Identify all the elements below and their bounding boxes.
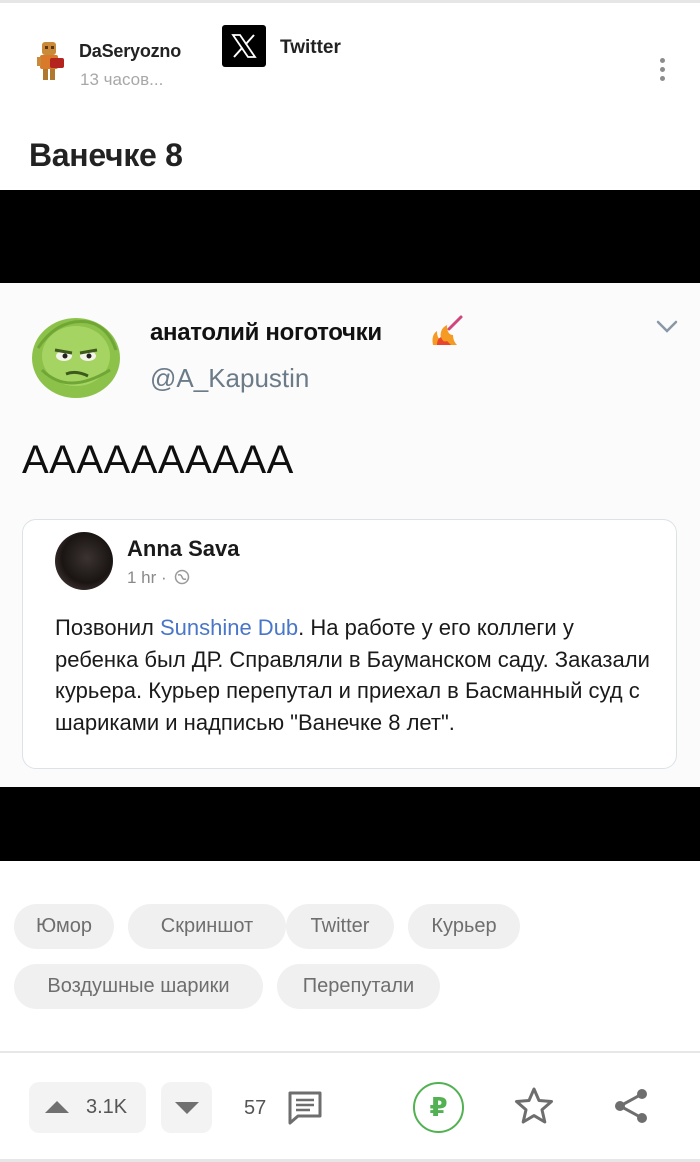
quote-mention-link: Sunshine Dub [159,615,299,640]
globe-icon [175,569,190,585]
chevron-down-icon [656,320,678,333]
arrow-down-icon [175,1102,199,1114]
author-avatar[interactable] [34,38,70,84]
tag-chip[interactable]: Воздушные шарики [14,964,263,1009]
ruble-icon: ₽ [429,1092,448,1122]
quote-text: Позвонил Sunshine Dub. На работе у его к… [55,615,650,735]
tag-chip[interactable]: Юмор [14,904,114,949]
upvote-button[interactable]: 3.1K [29,1082,146,1133]
arrow-up-icon [45,1101,69,1113]
rating-count: 3.1K [86,1096,128,1118]
community-name[interactable]: Twitter [280,37,341,59]
post-header: DaSeryozno 13 часов... Twitter [0,0,700,120]
tweet-author-handle: @A_Kapustin [150,363,310,393]
comments-count: 57 [244,1097,267,1119]
nail-polish-icon [432,315,463,345]
tag-chip[interactable]: Курьер [408,904,520,949]
footer-divider [0,1051,700,1053]
post-time: 13 часов... [80,70,164,89]
tweet-screenshot: анатолий ноготочки @A_Kapustin ААААААААА… [0,283,700,787]
tag-chip[interactable]: Twitter [286,904,394,949]
author-name[interactable]: DaSeryozno [79,41,181,62]
tweet-author-name: анатолий ноготочки [150,319,382,346]
tweet-text: АААААААААА [22,438,294,482]
kebab-icon[interactable] [650,58,674,90]
share-icon[interactable] [612,1086,652,1126]
downvote-button[interactable] [161,1082,212,1133]
post-image[interactable]: анатолий ноготочки @A_Kapustin ААААААААА… [0,190,700,861]
cabbage-avatar-icon [32,318,120,398]
tag-chip[interactable]: Скриншот [128,904,286,949]
comment-icon [288,1091,322,1125]
post-title[interactable]: Ванечке 8 [29,137,183,174]
quote-author-name: Anna Sava [127,536,240,561]
x-logo-icon[interactable] [222,25,266,67]
quote-author-avatar [55,532,113,590]
star-icon[interactable] [513,1085,555,1127]
tag-chip[interactable]: Перепутали [277,964,440,1009]
quote-time: 1 hr · [127,568,167,587]
quoted-post: Anna Sava 1 hr · Позвонил Sunshine Dub. … [22,519,677,769]
donate-button[interactable]: ₽ [413,1082,464,1133]
quote-meta: 1 hr · [127,568,190,588]
comments-button[interactable]: 57 [236,1085,326,1131]
